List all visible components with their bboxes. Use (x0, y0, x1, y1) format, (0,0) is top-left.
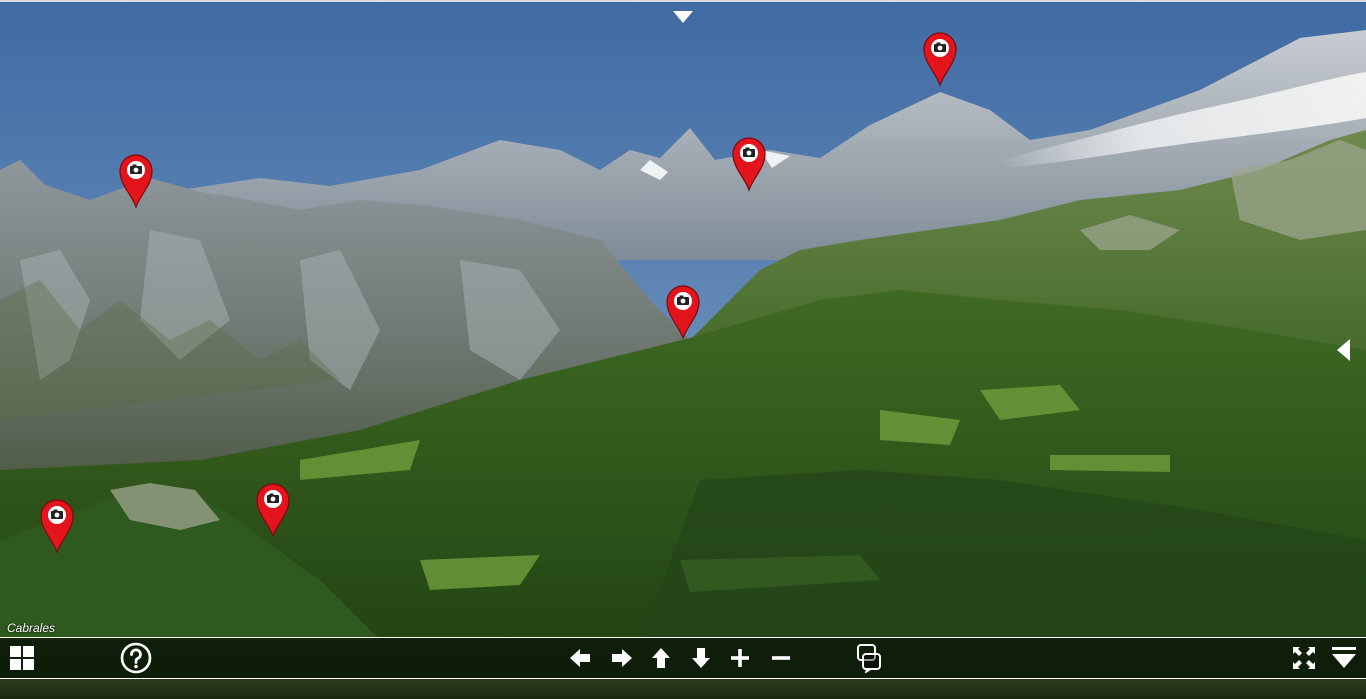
hotspot-marker[interactable] (39, 498, 75, 554)
hotspots-toggle-button[interactable] (852, 638, 886, 678)
hotspot-marker[interactable] (118, 153, 154, 209)
thumbnails-button[interactable] (5, 638, 39, 678)
panorama-image[interactable] (0, 0, 1366, 699)
hotspot-marker[interactable] (665, 284, 701, 340)
arrow-up-icon (652, 648, 670, 668)
camera-icon (732, 137, 766, 192)
arrow-right-icon (612, 649, 632, 667)
show-side-panel-arrow-icon[interactable] (1337, 339, 1350, 361)
hotspot-marker[interactable] (922, 31, 958, 87)
hide-toolbar-button[interactable] (1327, 638, 1361, 678)
camera-icon (119, 154, 153, 209)
camera-icon (666, 285, 700, 340)
help-button[interactable] (119, 638, 153, 678)
collapse-down-icon (1332, 647, 1356, 668)
question-icon (120, 642, 152, 674)
pan-down-button[interactable] (684, 638, 718, 678)
minus-icon (772, 656, 790, 660)
bottom-strip (0, 679, 1366, 699)
panorama-title: Cabrales (7, 621, 56, 635)
fullscreen-icon (1293, 647, 1315, 669)
camera-icon (256, 483, 290, 538)
panorama-viewer[interactable]: Cabrales (0, 0, 1366, 699)
hotspot-toggle-icon (857, 644, 881, 673)
top-border (0, 0, 1366, 2)
camera-icon (923, 32, 957, 87)
pan-left-button[interactable] (563, 638, 597, 678)
plus-icon (731, 649, 749, 667)
camera-icon (40, 499, 74, 554)
control-toolbar (0, 637, 1366, 679)
zoom-in-button[interactable] (723, 638, 757, 678)
hotspot-marker[interactable] (255, 482, 291, 538)
show-top-panel-arrow-icon[interactable] (673, 11, 693, 23)
fullscreen-button[interactable] (1287, 638, 1321, 678)
arrow-down-icon (692, 648, 710, 668)
pan-right-button[interactable] (605, 638, 639, 678)
grid-icon (10, 646, 34, 670)
zoom-out-button[interactable] (764, 638, 798, 678)
hotspot-marker[interactable] (731, 136, 767, 192)
arrow-left-icon (570, 649, 590, 667)
pan-up-button[interactable] (644, 638, 678, 678)
